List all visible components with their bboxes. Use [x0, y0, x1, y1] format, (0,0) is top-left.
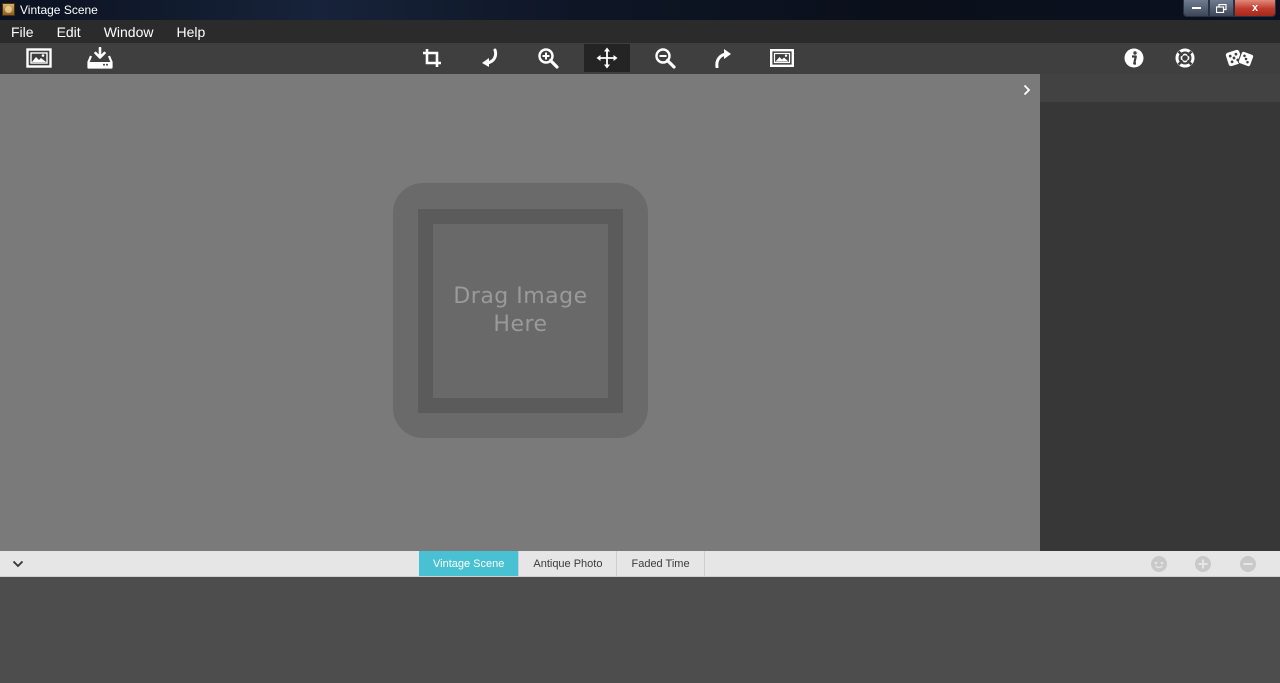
- drop-zone-label: Drag Image Here: [446, 283, 596, 339]
- rotate-right-icon: [715, 49, 731, 68]
- minimize-button[interactable]: [1183, 0, 1209, 17]
- menu-file[interactable]: File: [11, 24, 34, 40]
- collapse-presets-button[interactable]: [10, 556, 26, 572]
- info-icon: [1124, 48, 1144, 68]
- tab-vintage-scene[interactable]: Vintage Scene: [419, 551, 520, 576]
- expand-panel-button[interactable]: [1019, 81, 1035, 99]
- help-icon: [1175, 48, 1195, 68]
- rotate-left-button[interactable]: [467, 44, 513, 72]
- add-icon: [1195, 556, 1211, 572]
- window-controls: x: [1183, 0, 1276, 17]
- right-panel-header: [1040, 74, 1280, 102]
- menu-edit[interactable]: Edit: [57, 24, 81, 40]
- drop-zone[interactable]: Drag Image Here: [393, 183, 648, 438]
- window-title: Vintage Scene: [20, 3, 98, 17]
- menu-window[interactable]: Window: [104, 24, 154, 40]
- chevron-right-icon: [1023, 84, 1031, 96]
- maximize-button[interactable]: [1209, 0, 1234, 17]
- zoom-out-button[interactable]: [642, 44, 688, 72]
- random-icon: [1225, 49, 1255, 68]
- chevron-down-icon: [12, 560, 24, 568]
- drop-text-line2: Here: [493, 312, 548, 337]
- zoom-out-icon: [655, 48, 676, 69]
- tab-faded-time[interactable]: Faded Time: [617, 551, 705, 576]
- tab-antique-photo[interactable]: Antique Photo: [519, 551, 618, 576]
- app-icon: [2, 3, 15, 16]
- minimize-icon: [1191, 6, 1201, 9]
- crop-button[interactable]: [409, 44, 455, 72]
- remove-preset-button[interactable]: [1238, 554, 1258, 574]
- menu-help[interactable]: Help: [176, 24, 205, 40]
- drop-text-line1: Drag Image: [453, 284, 588, 309]
- zoom-in-icon: [538, 48, 559, 69]
- remove-icon: [1240, 556, 1256, 572]
- restore-icon: [1216, 3, 1227, 13]
- right-panel: [1040, 74, 1280, 551]
- toolbar: [0, 43, 1280, 74]
- preset-tabs: Vintage Scene Antique Photo Faded Time: [419, 551, 705, 576]
- preset-icon: [1151, 556, 1167, 572]
- preset-tab-bar: Vintage Scene Antique Photo Faded Time: [0, 551, 1280, 577]
- drop-zone-inner: Drag Image Here: [433, 224, 608, 398]
- random-button[interactable]: [1217, 44, 1263, 72]
- move-button[interactable]: [584, 44, 630, 72]
- drop-zone-frame: Drag Image Here: [418, 209, 623, 413]
- help-button[interactable]: [1162, 44, 1208, 72]
- crop-icon: [423, 49, 441, 67]
- preset-button[interactable]: [1149, 554, 1169, 574]
- add-preset-button[interactable]: [1193, 554, 1213, 574]
- zoom-in-button[interactable]: [525, 44, 571, 72]
- fit-image-icon: [770, 49, 794, 67]
- save-icon: [87, 47, 113, 69]
- close-button[interactable]: x: [1234, 0, 1276, 17]
- preset-thumbnails-area: [0, 577, 1280, 683]
- rotate-left-icon: [482, 48, 498, 67]
- image-canvas[interactable]: Drag Image Here: [0, 74, 1040, 551]
- save-button[interactable]: [77, 44, 123, 72]
- move-icon: [596, 47, 618, 69]
- rotate-right-button[interactable]: [700, 44, 746, 72]
- menu-bar: File Edit Window Help: [0, 20, 1280, 43]
- info-button[interactable]: [1111, 44, 1157, 72]
- title-bar: Vintage Scene x: [0, 0, 1280, 20]
- close-icon: x: [1251, 2, 1259, 14]
- fit-image-button[interactable]: [759, 44, 805, 72]
- open-image-icon: [26, 48, 52, 68]
- open-image-button[interactable]: [16, 44, 62, 72]
